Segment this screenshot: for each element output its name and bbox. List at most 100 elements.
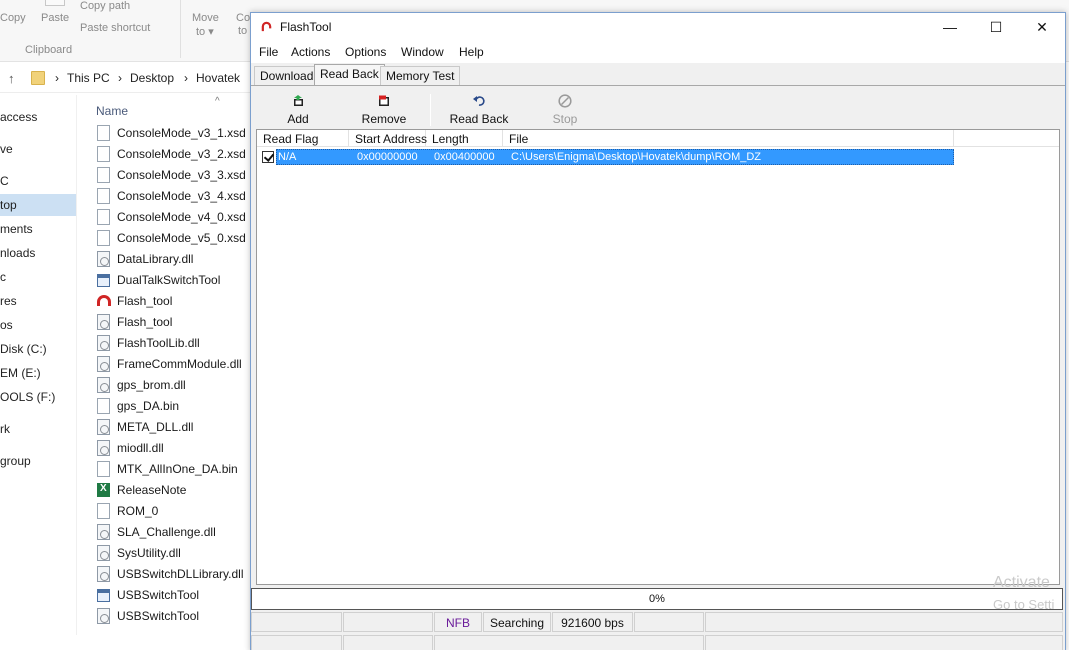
nav-item[interactable]: OOLS (F:) [0, 386, 76, 408]
file-list-item[interactable]: MTK_AllInOne_DA.bin [96, 459, 256, 480]
navigation-pane: access ve Ctop ments nloads c res os Disk (C:) E… [0, 100, 76, 640]
menu-help[interactable]: Help [459, 45, 484, 59]
copy-to-button[interactable]: Co [236, 12, 250, 24]
move-to-dropdown[interactable]: to ▾ [196, 25, 214, 38]
copy-path-button[interactable]: Copy path [80, 0, 130, 12]
column-file[interactable]: File [503, 130, 954, 147]
file-list-item[interactable]: Flash_tool [96, 312, 256, 333]
list-header: Read Flag Start Address Length File [257, 130, 1059, 147]
menu-options[interactable]: Options [345, 45, 386, 59]
add-button[interactable]: Add [278, 90, 318, 128]
nav-item[interactable]: top [0, 194, 76, 216]
minimize-button[interactable]: — [927, 13, 973, 42]
copy-button[interactable]: Copy [0, 12, 26, 24]
close-button[interactable]: ✕ [1019, 13, 1065, 42]
breadcrumb-hovatek[interactable]: Hovatek [196, 71, 240, 85]
title-bar[interactable]: FlashTool — ☐ ✕ [251, 13, 1065, 42]
file-list-item[interactable]: SysUtility.dll [96, 543, 256, 564]
status-cell-empty [705, 612, 1063, 632]
address-bar[interactable]: ↑ › This PC › Desktop › Hovatek [0, 63, 260, 93]
file-list-item[interactable]: gps_DA.bin [96, 396, 256, 417]
nav-item[interactable]: ments [0, 218, 76, 240]
file-list-item[interactable]: Flash_tool [96, 291, 256, 312]
file-name: META_DLL.dll [117, 420, 194, 434]
dll-icon [97, 377, 110, 393]
file-list-item[interactable]: FlashToolLib.dll [96, 333, 256, 354]
file-list-item[interactable]: ConsoleMode_v4_0.xsd [96, 207, 256, 228]
doc-icon [97, 125, 110, 141]
menu-window[interactable]: Window [401, 45, 444, 59]
file-list-item[interactable]: ConsoleMode_v3_4.xsd [96, 186, 256, 207]
file-list-item[interactable]: ROM_0 [96, 501, 256, 522]
doc-icon [97, 461, 110, 477]
progress-bar: 0% [251, 588, 1063, 610]
table-row[interactable]: N/A 0x00000000 0x00400000 C:\Users\Enigm… [257, 149, 954, 165]
paste-shortcut-button[interactable]: Paste shortcut [80, 22, 150, 34]
cell-length: 0x00400000 [434, 151, 495, 163]
file-name: gps_brom.dll [117, 378, 186, 392]
file-list-item[interactable]: USBSwitchTool [96, 606, 256, 627]
nav-item[interactable]: group [0, 450, 76, 472]
nav-item[interactable]: EM (E:) [0, 362, 76, 384]
file-list-item[interactable]: ConsoleMode_v3_2.xsd [96, 144, 256, 165]
add-icon [294, 95, 303, 106]
file-list-item[interactable]: USBSwitchTool [96, 585, 256, 606]
breadcrumb-separator: › [55, 71, 59, 85]
menu-file[interactable]: File [259, 45, 278, 59]
file-list-item[interactable]: DualTalkSwitchTool [96, 270, 256, 291]
nav-item[interactable]: nloads [0, 242, 76, 264]
file-list-item[interactable]: DataLibrary.dll [96, 249, 256, 270]
breadcrumb-desktop[interactable]: Desktop [130, 71, 174, 85]
readback-list[interactable]: Read Flag Start Address Length File N/A … [256, 129, 1060, 585]
file-list-item[interactable]: ConsoleMode_v3_3.xsd [96, 165, 256, 186]
file-name: ConsoleMode_v3_4.xsd [117, 189, 246, 203]
file-name: SysUtility.dll [117, 546, 181, 560]
file-name: USBSwitchTool [117, 588, 200, 602]
status-cell-empty [705, 635, 1063, 650]
nav-item[interactable]: access [0, 106, 76, 128]
tab-read-back[interactable]: Read Back [314, 64, 385, 86]
column-start-address[interactable]: Start Address [349, 130, 427, 147]
read-back-button[interactable]: Read Back [444, 90, 514, 128]
menu-actions[interactable]: Actions [291, 45, 330, 59]
ribbon-divider [180, 0, 181, 58]
nav-item[interactable]: rk [0, 418, 76, 440]
nav-item[interactable]: ve [0, 138, 76, 160]
add-label: Add [287, 112, 309, 126]
nav-item[interactable]: os [0, 314, 76, 336]
stop-button[interactable]: Stop [546, 90, 584, 128]
column-length[interactable]: Length [426, 130, 503, 147]
column-read-flag[interactable]: Read Flag [257, 130, 349, 147]
file-list-item[interactable]: ReleaseNote [96, 480, 256, 501]
file-list-item[interactable]: ConsoleMode_v5_0.xsd [96, 228, 256, 249]
file-list-item[interactable]: META_DLL.dll [96, 417, 256, 438]
move-to-button[interactable]: Move [192, 12, 219, 24]
file-name: FrameCommModule.dll [117, 357, 242, 371]
file-list-item[interactable]: SLA_Challenge.dll [96, 522, 256, 543]
file-list-item[interactable]: miodll.dll [96, 438, 256, 459]
nav-item[interactable]: c [0, 266, 76, 288]
file-list-item[interactable]: gps_brom.dll [96, 375, 256, 396]
dll-icon [97, 440, 110, 456]
nav-item[interactable]: res [0, 290, 76, 312]
file-list-item[interactable]: ConsoleMode_v3_1.xsd [96, 123, 256, 144]
breadcrumb-this-pc[interactable]: This PC [67, 71, 110, 85]
nav-item[interactable]: C [0, 170, 76, 192]
nav-item[interactable]: Disk (C:) [0, 338, 76, 360]
file-list-item[interactable]: USBSwitchDLLibrary.dll [96, 564, 256, 585]
copy-to-dropdown[interactable]: to [238, 25, 247, 37]
file-name: SLA_Challenge.dll [117, 525, 216, 539]
tab-memory-test[interactable]: Memory Test [380, 66, 461, 85]
column-header-name[interactable]: Name [96, 104, 128, 118]
maximize-button[interactable]: ☐ [973, 13, 1019, 42]
doc-icon [97, 188, 110, 204]
up-arrow-icon[interactable]: ↑ [8, 71, 15, 86]
dll-icon [97, 566, 110, 582]
paste-button[interactable]: Paste [41, 12, 69, 24]
file-list-item[interactable]: FrameCommModule.dll [96, 354, 256, 375]
remove-button[interactable]: Remove [358, 90, 410, 128]
read-flag-checkbox[interactable] [262, 151, 274, 163]
tab-download[interactable]: Download [254, 66, 320, 85]
excel-icon [97, 483, 110, 497]
config-icon [97, 608, 110, 624]
